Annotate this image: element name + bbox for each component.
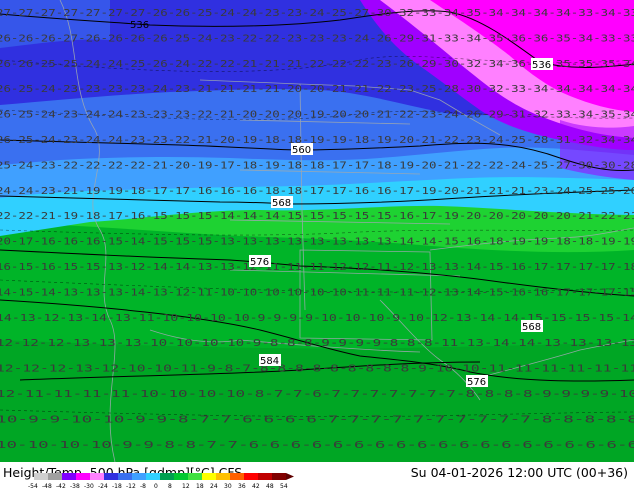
colorbar-swatch: [188, 473, 202, 480]
contour-label: 536: [531, 58, 553, 71]
contour-label: 568: [521, 320, 543, 333]
colorbar-tick-label: 24: [210, 483, 218, 490]
grid-value-row: 24-24-23-21-19-19-18-17-17-16-16-16-18-1…: [0, 186, 634, 197]
svg-text:584: 584: [260, 356, 279, 367]
svg-text:568: 568: [272, 198, 291, 209]
colorbar-swatch: [48, 473, 62, 480]
valid-time-label: Su 04-01-2026 12:00 UTC (00+36): [410, 465, 628, 480]
grid-value-row: 26-25-24-23-23-23-23-24-23-21-21-21-21-2…: [0, 84, 634, 95]
grid-value-row: 27-27-27-27-27-27-27-26-26-25-24-24-23-2…: [0, 8, 634, 19]
colorbar-tick-label: -54: [28, 483, 38, 490]
weather-map: 27-27-27-27-27-27-27-26-26-25-24-24-23-2…: [0, 0, 634, 462]
colorbar-swatch: [174, 473, 188, 480]
svg-text:568: 568: [522, 322, 541, 333]
colorbar-tick-label: 0: [154, 483, 158, 490]
svg-text:576: 576: [467, 377, 486, 388]
grid-value-row: 14-15-14-13-13-13-14-13-12-11-10-10-10-1…: [0, 287, 634, 298]
contour-label: 576: [249, 255, 271, 268]
colorbar-tick-label: -12: [126, 483, 136, 490]
svg-text:560: 560: [292, 145, 311, 156]
colorbar-swatch: [76, 473, 90, 480]
colorbar-tick-label: 48: [266, 483, 274, 490]
colorbar-swatch: [118, 473, 132, 480]
grid-value-row: 12-12-12-13-13-13-10-10-10-10-9-8-8-8-9-…: [0, 338, 634, 349]
contour-label: 584: [259, 354, 281, 367]
svg-text:536: 536: [130, 20, 149, 31]
colorbar-swatch: [244, 473, 258, 480]
grid-value-row: 12-12-12-13-12-10-10-11-9-8-7-8-8-8-8-8-…: [0, 364, 634, 375]
colorbar-swatch: [132, 473, 146, 480]
colorbar-swatch: [62, 473, 76, 480]
contour-label: 568: [271, 196, 293, 209]
grid-value-row: 10-10-10-10-9-9-8-8-7-7-6-6-6-6-6-6-6-6-…: [0, 440, 634, 451]
colorbar-tick-label: -30: [84, 483, 94, 490]
colorbar-legend: -54 -48 -42 -38 -30 -24 -18 -12 -8 0 8 12 18 24 30 36 42…: [28, 473, 294, 490]
colorbar-tick-label: 54: [280, 483, 288, 490]
svg-text:536: 536: [532, 60, 551, 71]
grid-value-row: 25-24-23-22-22-22-22-21-20-19-17-18-19-1…: [0, 160, 634, 171]
colorbar-tick-label: -24: [98, 483, 108, 490]
colorbar-swatch: [202, 473, 216, 480]
colorbar-swatch: [90, 473, 104, 480]
colorbar-tick-label: 42: [252, 483, 260, 490]
colorbar-tick-label: -8: [140, 483, 146, 490]
contour-label: 576: [466, 375, 488, 388]
grid-value-row: 10-9-9-10-10-9-9-8-7-7-6-6-6-6-7-7-7-7-7…: [0, 414, 634, 425]
colorbar-tick-label: -42: [56, 483, 66, 490]
grid-value-row: 20-17-16-16-16-15-14-15-15-15-13-13-13-1…: [0, 237, 634, 248]
colorbar-end-arrow: [286, 473, 294, 480]
contour-label: 560: [291, 143, 313, 156]
grid-value-row: 26-26-26-27-26-26-26-26-25-24-23-22-22-2…: [0, 33, 634, 44]
svg-text:576: 576: [250, 257, 269, 268]
colorbar-swatch: [34, 473, 48, 480]
colorbar-tick-label: 8: [168, 483, 172, 490]
map-canvas: 27-27-27-27-27-27-27-26-26-25-24-24-23-2…: [0, 0, 634, 462]
grid-value-row: 26-25-24-23-24-24-23-23-23-22-21-20-20-2…: [0, 110, 634, 121]
colorbar-tick-label: 12: [182, 483, 190, 490]
colorbar-swatch: [230, 473, 244, 480]
colorbar-tick-label: -48: [42, 483, 52, 490]
colorbar-swatch: [104, 473, 118, 480]
colorbar-swatch: [272, 473, 286, 480]
colorbar-tick-label: 36: [238, 483, 246, 490]
colorbar-swatch: [258, 473, 272, 480]
grid-value-row: 12-11-11-11-11-10-10-10-10-8-7-7-6-7-7-7…: [0, 389, 634, 400]
grid-value-row: 16-15-16-15-15-13-12-14-14-13-13-12-11-1…: [0, 262, 634, 273]
colorbar-swatch: [160, 473, 174, 480]
colorbar-swatch: [146, 473, 160, 480]
colorbar-tick-label: -38: [70, 483, 80, 490]
colorbar-tick-label: 18: [196, 483, 204, 490]
grid-value-row: 22-22-21-19-18-17-16-15-15-15-14-14-14-1…: [0, 211, 634, 222]
colorbar-tick-label: 30: [224, 483, 232, 490]
colorbar-swatch: [216, 473, 230, 480]
contour-label: 536: [130, 20, 149, 31]
grid-value-row: 26-25-24-23-24-24-23-23-22-21-20-19-18-1…: [0, 135, 634, 146]
colorbar-tick-label: -18: [112, 483, 122, 490]
